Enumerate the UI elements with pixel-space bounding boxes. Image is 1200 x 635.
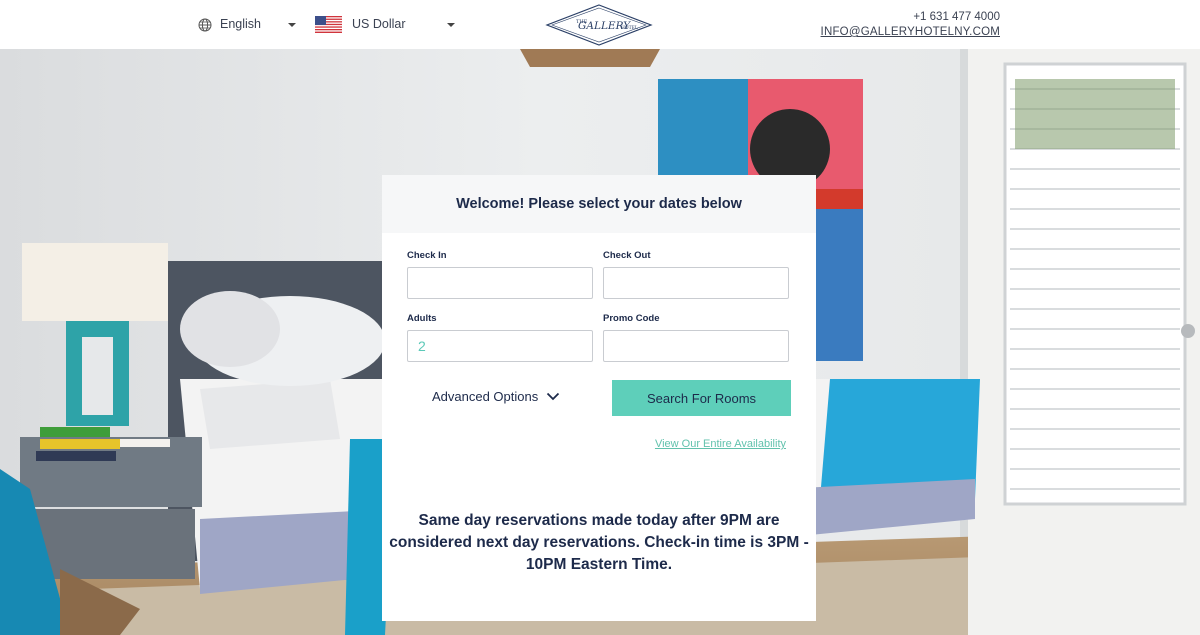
booking-card-header: Welcome! Please select your dates below [382, 175, 816, 233]
notice-line: 10PM Eastern Time. [525, 556, 673, 573]
email-link[interactable]: INFO@GALLERYHOTELNY.COM [821, 25, 1000, 40]
phone-number[interactable]: +1 631 477 4000 [821, 10, 1000, 25]
advanced-options-toggle[interactable]: Advanced Options [432, 389, 560, 404]
caret-down-icon [447, 23, 455, 27]
promo-code-label: Promo Code [603, 313, 660, 324]
booking-title: Welcome! Please select your dates below [456, 196, 742, 212]
adults-field[interactable] [407, 330, 593, 362]
promo-code-field[interactable] [603, 330, 789, 362]
adults-label: Adults [407, 313, 437, 324]
booking-card: Welcome! Please select your dates below … [382, 175, 816, 621]
logo-text-side: HOTEL [621, 25, 638, 31]
language-selector[interactable]: English [198, 16, 296, 34]
caret-down-icon [288, 23, 296, 27]
language-label: English [220, 17, 261, 31]
check-out-label: Check Out [603, 250, 651, 261]
advanced-options-label: Advanced Options [432, 389, 539, 404]
top-bar: English US Dollar THE GALLERY HOTEL +1 6… [0, 0, 1200, 49]
check-in-field[interactable] [407, 267, 593, 299]
view-availability-link[interactable]: View Our Entire Availability [655, 438, 786, 450]
currency-label: US Dollar [352, 17, 406, 31]
globe-icon [198, 18, 212, 32]
hotel-logo[interactable]: THE GALLERY HOTEL [545, 3, 653, 47]
notice-line: considered next day reservations. Check-… [389, 534, 809, 551]
search-rooms-button[interactable]: Search For Rooms [612, 380, 791, 416]
us-flag-icon [315, 16, 342, 33]
chevron-down-icon [547, 392, 560, 401]
notice-line: Same day reservations made today after 9… [418, 512, 780, 529]
check-out-field[interactable] [603, 267, 789, 299]
contact-info: +1 631 477 4000 INFO@GALLERYHOTELNY.COM [821, 10, 1000, 40]
check-in-label: Check In [407, 250, 447, 261]
reservation-notice: Same day reservations made today after 9… [382, 510, 816, 576]
